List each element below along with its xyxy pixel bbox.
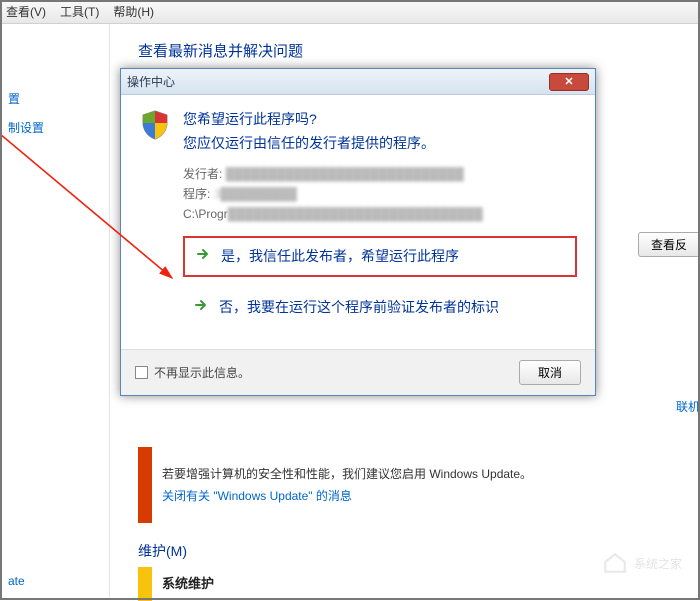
- dialog-details: 发行者: ████████████████████████████ 程序: 3█…: [183, 165, 577, 224]
- menubar: 查看(V) 工具(T) 帮助(H): [0, 0, 700, 24]
- publisher-label: 发行者:: [183, 167, 222, 181]
- close-update-message-link[interactable]: 关闭有关 "Windows Update" 的消息: [162, 487, 700, 504]
- sidebar: 置 制设置 ate: [0, 24, 110, 600]
- close-icon: ✕: [564, 75, 573, 88]
- choice-yes-text: 是，我信任此发布者，希望运行此程序: [221, 246, 459, 266]
- update-text: 若要增强计算机的安全性和性能，我们建议您启用 Windows Update。: [162, 465, 700, 483]
- cancel-button[interactable]: 取消: [519, 360, 581, 385]
- yellow-flag-icon: [138, 567, 152, 601]
- path-value: ██████████████████████████████: [228, 205, 483, 225]
- dialog-question: 您希望运行此程序吗?: [183, 109, 435, 129]
- choice-no-verify[interactable]: 否，我要在运行这个程序前验证发布者的标识: [183, 289, 577, 325]
- menu-help[interactable]: 帮助(H): [113, 3, 154, 20]
- sidebar-footer[interactable]: ate: [8, 574, 25, 588]
- dont-show-label: 不再显示此信息。: [154, 364, 250, 381]
- program-label: 程序:: [183, 187, 210, 201]
- dialog-title: 操作中心: [127, 73, 175, 90]
- system-maintenance-heading: 系统维护: [162, 573, 214, 592]
- dont-show-checkbox[interactable]: [135, 366, 148, 379]
- shield-icon: [139, 109, 171, 141]
- menu-tools[interactable]: 工具(T): [60, 3, 99, 20]
- choice-yes-trust[interactable]: 是，我信任此发布者，希望运行此程序: [183, 236, 577, 276]
- dialog-subtitle: 您应仅运行由信任的发行者提供的程序。: [183, 133, 435, 153]
- dialog-footer: 不再显示此信息。 取消: [121, 349, 595, 395]
- dialog-titlebar: 操作中心 ✕: [121, 69, 595, 95]
- orange-flag-icon: [138, 447, 152, 523]
- action-center-dialog: 操作中心 ✕ 您希望运行此程序吗? 您应仅运行由信任的发行者提供的程序。 发行者…: [120, 68, 596, 396]
- close-button[interactable]: ✕: [549, 73, 589, 91]
- view-button[interactable]: 查看反: [638, 232, 700, 257]
- choice-no-text: 否，我要在运行这个程序前验证发布者的标识: [219, 297, 499, 317]
- path-prefix: C:\Progr: [183, 207, 228, 221]
- arrow-right-icon: [195, 246, 211, 262]
- watermark: 系统之家: [602, 550, 682, 576]
- publisher-value: ████████████████████████████: [226, 165, 464, 185]
- sidebar-item-0[interactable]: 置: [0, 84, 109, 113]
- menu-view[interactable]: 查看(V): [6, 3, 46, 20]
- page-title: 查看最新消息并解决问题: [138, 40, 700, 61]
- arrow-right-icon: [193, 297, 209, 313]
- online-link[interactable]: 联机: [676, 398, 700, 415]
- program-value: 3█████████: [214, 185, 297, 205]
- sidebar-item-1[interactable]: 制设置: [0, 113, 109, 142]
